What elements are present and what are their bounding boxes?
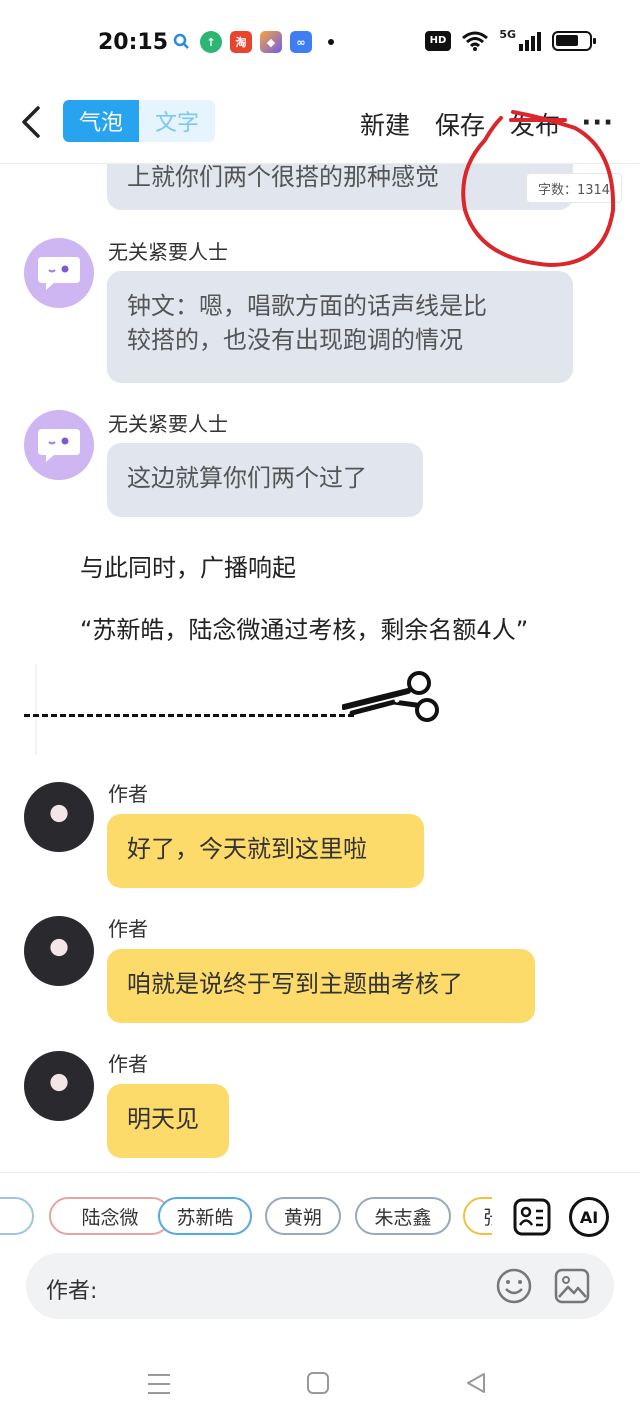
hd-icon: HD [424,31,452,51]
character-card-icon[interactable] [512,1197,552,1237]
narration-text[interactable]: 与此同时，广播响起 [80,548,296,583]
character-chip[interactable]: 苏新皓 [158,1197,252,1235]
emoji-icon[interactable] [496,1268,532,1304]
signal-icon [519,32,541,51]
message-bubble[interactable]: 这边就算你们两个过了 [107,443,423,517]
dashed-divider [24,714,354,717]
message-text: 咱就是说终于写到主题曲考核了 [127,970,463,998]
status-time: 20:15 [98,30,169,55]
sender-name: 作者 [108,782,148,806]
ai-button[interactable]: AI [569,1197,609,1237]
speaker-label: 作者: [46,1279,98,1304]
scissors-icon [342,671,439,722]
author-avatar[interactable] [24,1051,94,1121]
compose-input[interactable]: 作者: [26,1253,614,1319]
upload-icon: ↑ [200,31,222,53]
wifi-icon [462,31,489,51]
character-chip[interactable]: 陆念微 [49,1197,171,1235]
chat-bubble-face-icon [38,257,80,290]
author-avatar[interactable] [24,782,94,852]
message-bubble[interactable]: 明天见 [107,1084,229,1158]
menu-icon[interactable] [146,1372,172,1396]
message-bubble[interactable]: 钟文：嗯，唱歌方面的话声线是比 较搭的，也没有出现跑调的情况 [107,271,573,383]
app-icon-red: 淘 [230,31,252,53]
more-notifications-dot [328,39,334,45]
message-text: 上就你们两个很搭的那种感觉 [127,164,439,191]
system-nav-bar [0,1344,640,1422]
sender-name: 无关紧要人士 [108,240,228,264]
status-bar: 20:15 ↑ 淘 ◆ ∞ HD 5G [0,0,640,86]
mode-switch: 气泡 文字 [63,100,215,142]
message-bubble[interactable]: 咱就是说终于写到主题曲考核了 [107,949,535,1023]
character-chip[interactable]: 张 [463,1197,492,1235]
message-text: 明天见 [127,1105,199,1133]
new-button[interactable]: 新建 [360,106,410,142]
message-text: 好了，今天就到这里啦 [127,835,367,863]
character-chips[interactable]: 陆念微 苏新皓 黄朔 朱志鑫 张 [0,1197,492,1237]
tab-bubble[interactable]: 气泡 [63,100,139,142]
status-system-icons: HD 5G [424,27,596,52]
tab-text[interactable]: 文字 [139,100,215,142]
sender-name: 无关紧要人士 [108,412,228,436]
image-icon[interactable] [554,1268,590,1304]
app-icon-orange: ◆ [260,31,282,53]
message-text: 这边就算你们两个过了 [127,464,367,492]
chat-content[interactable]: 上就你们两个很搭的那种感觉 无关紧要人士 钟文：嗯，唱歌方面的话声线是比 较搭的… [0,164,640,1174]
infinity-icon: ∞ [290,31,312,53]
narration-text[interactable]: “苏新皓，陆念微通过考核，剩余名额4人” [80,610,528,645]
back-nav-icon[interactable] [464,1371,488,1395]
red-circle-annotation [461,110,616,268]
chat-bubble-face-icon [38,429,80,462]
character-chip[interactable]: 朱志鑫 [355,1197,451,1235]
author-avatar[interactable] [24,916,94,986]
home-icon[interactable] [306,1371,330,1395]
message-text: 钟文：嗯，唱歌方面的话声线是比 [127,292,487,320]
sender-name: 作者 [108,917,148,941]
character-chip[interactable] [0,1197,34,1235]
message-bubble[interactable]: 好了，今天就到这里啦 [107,814,424,888]
avatar[interactable] [24,410,94,480]
compose-panel: 陆念微 苏新皓 黄朔 朱志鑫 张 AI 作者: [0,1172,640,1344]
divider-edge [35,664,37,754]
network-type: 5G [499,27,516,41]
character-chip[interactable]: 黄朔 [265,1197,341,1235]
message-text: 较搭的，也没有出现跑调的情况 [127,326,463,354]
avatar[interactable] [24,238,94,308]
sender-name: 作者 [108,1052,148,1076]
battery-icon [552,31,596,51]
back-icon[interactable] [18,104,48,140]
search-icon [173,33,189,49]
status-notification-icons: ↑ 淘 ◆ ∞ [172,31,334,53]
ai-label: AI [579,1207,599,1227]
